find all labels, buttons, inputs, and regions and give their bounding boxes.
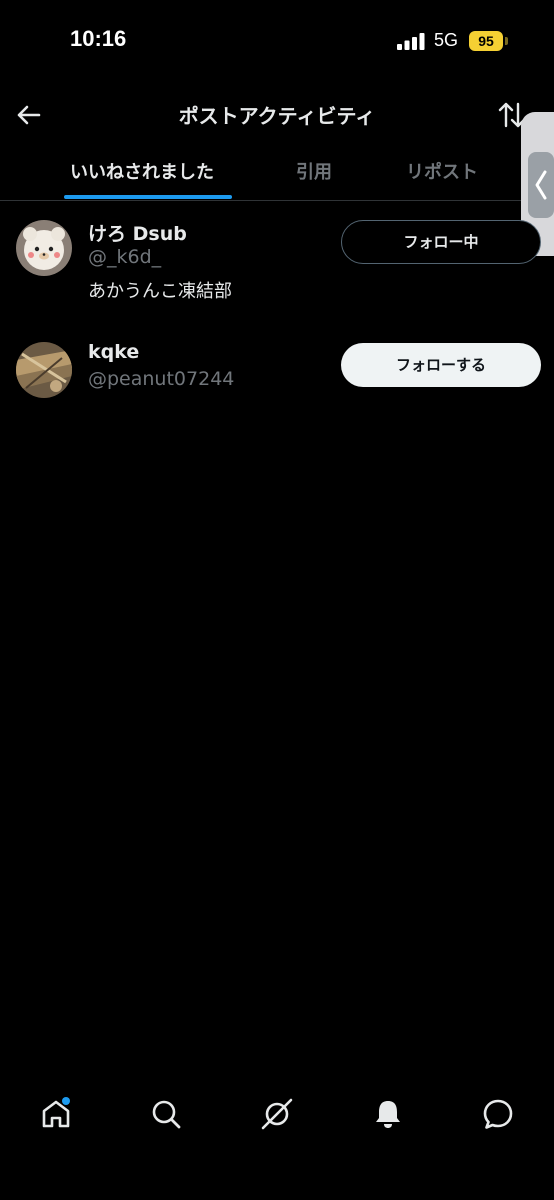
home-icon[interactable] (36, 1094, 76, 1134)
user-bio: あかうんこ凍結部 (88, 281, 232, 302)
list-item[interactable]: kqke @peanut07244 フォローする (0, 332, 554, 412)
avatar-image (16, 342, 72, 398)
tab-quotes[interactable]: 引用 (296, 158, 332, 184)
user-display-name[interactable]: けろ Dsub (88, 219, 187, 246)
tab-reposts[interactable]: リポスト (406, 158, 478, 184)
avatar[interactable] (16, 220, 72, 276)
search-icon[interactable] (146, 1094, 186, 1134)
grok-icon[interactable] (257, 1094, 297, 1134)
active-tab-indicator (64, 195, 232, 199)
signal-strength-icon (397, 33, 425, 50)
user-handle: @_k6d_ (88, 246, 162, 268)
message-icon[interactable] (478, 1094, 518, 1134)
tab-likes[interactable]: いいねされました (70, 158, 214, 184)
bell-icon[interactable] (368, 1094, 408, 1134)
avatar[interactable] (16, 342, 72, 398)
activity-tabs: いいねされました 引用 リポスト (0, 150, 554, 201)
battery-indicator: 95 (469, 31, 503, 51)
page-title: ポストアクティビティ (178, 104, 376, 128)
status-time: 10:16 (70, 26, 127, 51)
user-handle: @peanut07244 (88, 368, 235, 390)
follow-button[interactable]: フォローする (341, 343, 541, 387)
chevron-left-icon (535, 170, 547, 200)
user-display-name[interactable]: kqke (88, 341, 139, 363)
network-type: 5G (434, 30, 459, 50)
bottom-navigation (0, 1080, 554, 1160)
status-bar: 10:16 5G 95 (0, 0, 554, 84)
home-notification-dot (62, 1097, 70, 1105)
handle-grip (528, 152, 554, 218)
following-button[interactable]: フォロー中 (341, 220, 541, 264)
avatar-image (16, 220, 72, 276)
page-header: ポストアクティビティ (0, 90, 554, 140)
list-item[interactable]: けろ Dsub @_k6d_ あかうんこ凍結部 フォロー中 (0, 210, 554, 310)
battery-tip (505, 37, 508, 45)
